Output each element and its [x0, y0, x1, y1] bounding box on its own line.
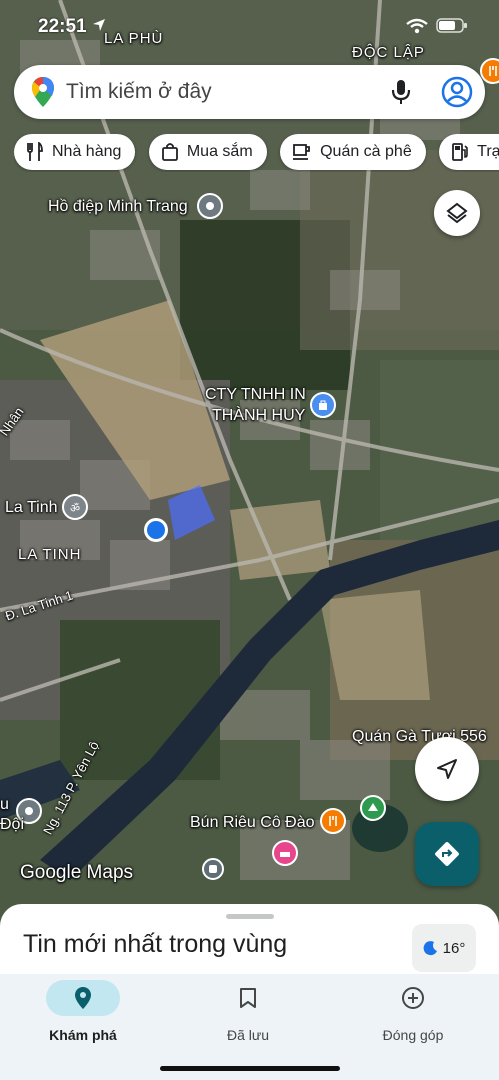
wifi-icon [406, 18, 428, 34]
google-maps-watermark: Google Maps [20, 862, 134, 883]
shopping-poi-icon[interactable] [310, 392, 336, 418]
status-bar: 22:51 [0, 0, 499, 48]
map-label-doi: Đội [0, 816, 25, 833]
search-bar[interactable]: Tìm kiếm ở đây [14, 65, 485, 119]
account-avatar-icon[interactable] [441, 76, 473, 108]
nav-label: Khám phá [49, 1027, 117, 1043]
bookmark-icon [240, 988, 256, 1008]
restaurant-top-icon[interactable] [480, 58, 499, 84]
moon-icon [423, 941, 437, 956]
chip-coffee[interactable]: Quán cà phê [280, 134, 426, 170]
shopping-bag-icon [161, 143, 178, 161]
restaurant-poi-icon[interactable] [320, 808, 346, 834]
nav-saved-pill [211, 980, 285, 1016]
add-circle-icon [402, 987, 424, 1009]
layers-button[interactable] [434, 190, 480, 236]
fork-knife-icon [27, 142, 43, 161]
nav-explore-pill [46, 980, 120, 1016]
transit-poi-icon[interactable] [202, 858, 224, 880]
directions-button[interactable] [415, 822, 479, 886]
map-label-ho-diep[interactable]: Hồ điệp Minh Trang [48, 198, 188, 216]
bottom-navigation: Khám phá Đã lưu Đóng góp [0, 974, 499, 1080]
my-location-button[interactable] [415, 737, 479, 801]
chip-gas-station[interactable]: Trạm [439, 134, 499, 170]
map-label-cty-line2[interactable]: THÀNH HUY [212, 407, 305, 425]
map-label-la-tinh-area: LA TINH [18, 546, 82, 563]
nav-contribute-pill [376, 980, 450, 1016]
layers-icon [446, 202, 468, 224]
nav-contribute[interactable]: Đóng góp [343, 980, 483, 1043]
sheet-drag-handle[interactable] [226, 914, 274, 919]
chip-label: Mua sắm [186, 143, 253, 160]
chip-restaurants[interactable]: Nhà hàng [14, 134, 136, 170]
search-input[interactable]: Tìm kiếm ở đây [66, 80, 391, 104]
hotel-poi-icon[interactable] [272, 840, 298, 866]
battery-icon [436, 18, 467, 33]
map-label-la-tinh-poi[interactable]: La Tinh [5, 499, 57, 517]
google-maps-logo-icon [32, 77, 54, 107]
temple-poi-icon[interactable]: ॐ [62, 494, 88, 520]
category-chips: Nhà hàng Mua sắm Quán cà phê Trạm [14, 134, 499, 172]
bottom-sheet[interactable]: Tin mới nhất trong vùng 16° [0, 904, 499, 984]
temperature-text: 16° [442, 939, 466, 957]
chip-label: Trạm [477, 143, 499, 160]
nav-explore[interactable]: Khám phá [13, 980, 153, 1043]
place-pin-icon[interactable] [197, 193, 223, 219]
navigation-arrow-icon [437, 759, 457, 779]
chip-shopping[interactable]: Mua sắm [148, 134, 267, 170]
nav-saved[interactable]: Đã lưu [178, 980, 318, 1043]
location-pin-icon [75, 987, 91, 1009]
svg-text:ॐ: ॐ [70, 502, 80, 513]
home-indicator[interactable] [160, 1066, 340, 1071]
map-label-bun-rieu[interactable]: Bún Riêu Cô Đào [190, 814, 315, 832]
park-poi-icon[interactable] [360, 795, 386, 821]
location-arrow-icon [93, 19, 105, 31]
map-label-cty-line1[interactable]: CTY TNHH IN [205, 386, 306, 404]
nav-label: Đã lưu [226, 1027, 270, 1043]
chip-label: Nhà hàng [52, 143, 122, 160]
weather-badge[interactable]: 16° [412, 924, 476, 972]
coffee-cup-icon [293, 144, 310, 160]
sheet-title: Tin mới nhất trong vùng [23, 930, 288, 958]
microphone-icon[interactable] [391, 78, 411, 106]
map-label-u: u [0, 796, 9, 813]
status-time: 22:51 [38, 16, 87, 37]
directions-icon [435, 842, 459, 866]
chip-label: Quán cà phê [320, 143, 412, 160]
nav-label: Đóng góp [382, 1027, 444, 1043]
gas-station-icon [452, 143, 468, 161]
